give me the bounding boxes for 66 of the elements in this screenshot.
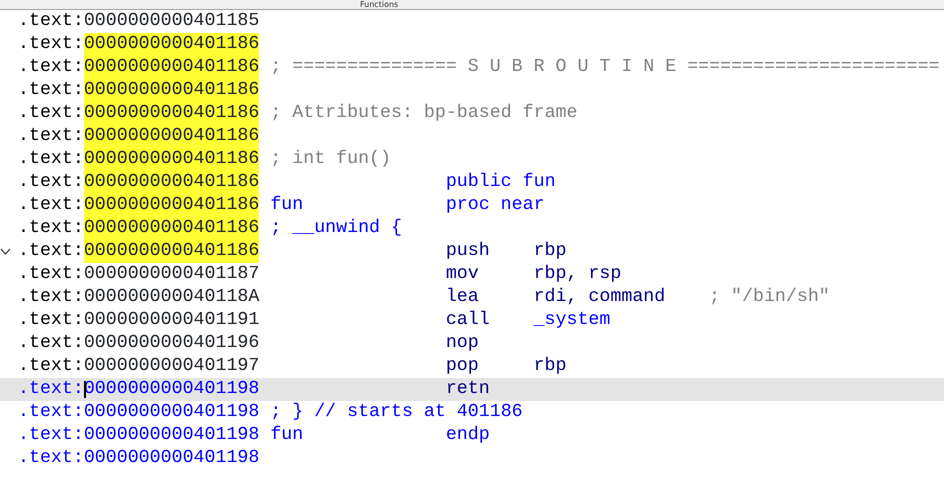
segment-name: .text: — [18, 148, 84, 171]
label-text: ; __unwind { — [270, 217, 403, 240]
segment-name: .text: — [18, 309, 84, 332]
label-text: fun — [270, 194, 304, 217]
address: 0000000000401186 — [84, 148, 260, 171]
operands: rbp — [534, 355, 568, 378]
address: 0000000000401197 — [84, 355, 260, 378]
comment-text: ; Attributes: bp-based frame — [270, 102, 578, 125]
address: 0000000000401198 — [84, 401, 260, 424]
collapse-chevron-icon[interactable] — [0, 248, 11, 255]
address: 0000000000401186 — [84, 125, 260, 148]
segment-name: .text: — [18, 286, 84, 309]
address: 0000000000401185 — [84, 10, 260, 33]
operands: rbp, rsp — [534, 263, 622, 286]
segment-name: .text: — [18, 447, 84, 470]
segment-name: .text: — [18, 102, 84, 125]
label-text: ; } // starts at 401186 — [270, 401, 523, 424]
directive-text: public fun — [446, 171, 556, 194]
address: 0000000000401198 — [84, 424, 260, 447]
mnemonic: nop — [446, 332, 480, 355]
segment-name: .text: — [18, 194, 84, 217]
address: 0000000000401186 — [84, 240, 260, 263]
operands: _system — [534, 309, 612, 332]
segment-name: .text: — [18, 332, 84, 355]
segment-name: .text: — [18, 171, 84, 194]
mnemonic: push — [446, 240, 491, 263]
address: 0000000000401186 — [84, 56, 260, 79]
mnemonic: mov — [446, 263, 480, 286]
address: 0000000000401187 — [84, 263, 260, 286]
mnemonic: pop — [446, 355, 480, 378]
label-text: fun — [270, 424, 304, 447]
operands: rbp — [534, 240, 568, 263]
mnemonic: call — [446, 309, 491, 332]
directive-text: proc near — [446, 194, 545, 217]
segment-name: .text: — [18, 355, 84, 378]
segment-name: .text: — [18, 240, 84, 263]
mnemonic: lea — [446, 286, 480, 309]
address: 0000000000401186 — [84, 217, 260, 240]
address: 0000000000401186 — [84, 194, 260, 217]
segment-name: .text: — [18, 424, 84, 447]
address: 000000000040118A — [84, 286, 260, 309]
segment-name: .text: — [18, 378, 84, 401]
panel-title: Functions — [360, 0, 398, 9]
segment-name: .text: — [18, 56, 84, 79]
address: 0000000000401198 — [84, 378, 260, 401]
comment-text: ; "/bin/sh" — [709, 286, 830, 309]
address: 0000000000401186 — [84, 79, 260, 102]
address: 0000000000401186 — [84, 33, 260, 56]
address: 0000000000401191 — [84, 309, 260, 332]
mnemonic: retn — [446, 378, 491, 401]
comment-text: ; =============== S U B R O U T I N E ======================= — [270, 56, 940, 79]
directive-text: endp — [446, 424, 491, 447]
operands: rdi, command — [534, 286, 666, 309]
comment-text: ; int fun() — [270, 148, 392, 171]
address: 0000000000401196 — [84, 332, 260, 355]
segment-name: .text: — [18, 33, 84, 56]
text-cursor — [84, 381, 86, 398]
segment-name: .text: — [18, 125, 84, 148]
segment-name: .text: — [18, 401, 84, 424]
address: 0000000000401186 — [84, 171, 260, 194]
segment-name: .text: — [18, 10, 84, 33]
segment-name: .text: — [18, 79, 84, 102]
segment-name: .text: — [18, 263, 84, 286]
address: 0000000000401198 — [84, 447, 260, 470]
segment-name: .text: — [18, 217, 84, 240]
address: 0000000000401186 — [84, 102, 260, 125]
